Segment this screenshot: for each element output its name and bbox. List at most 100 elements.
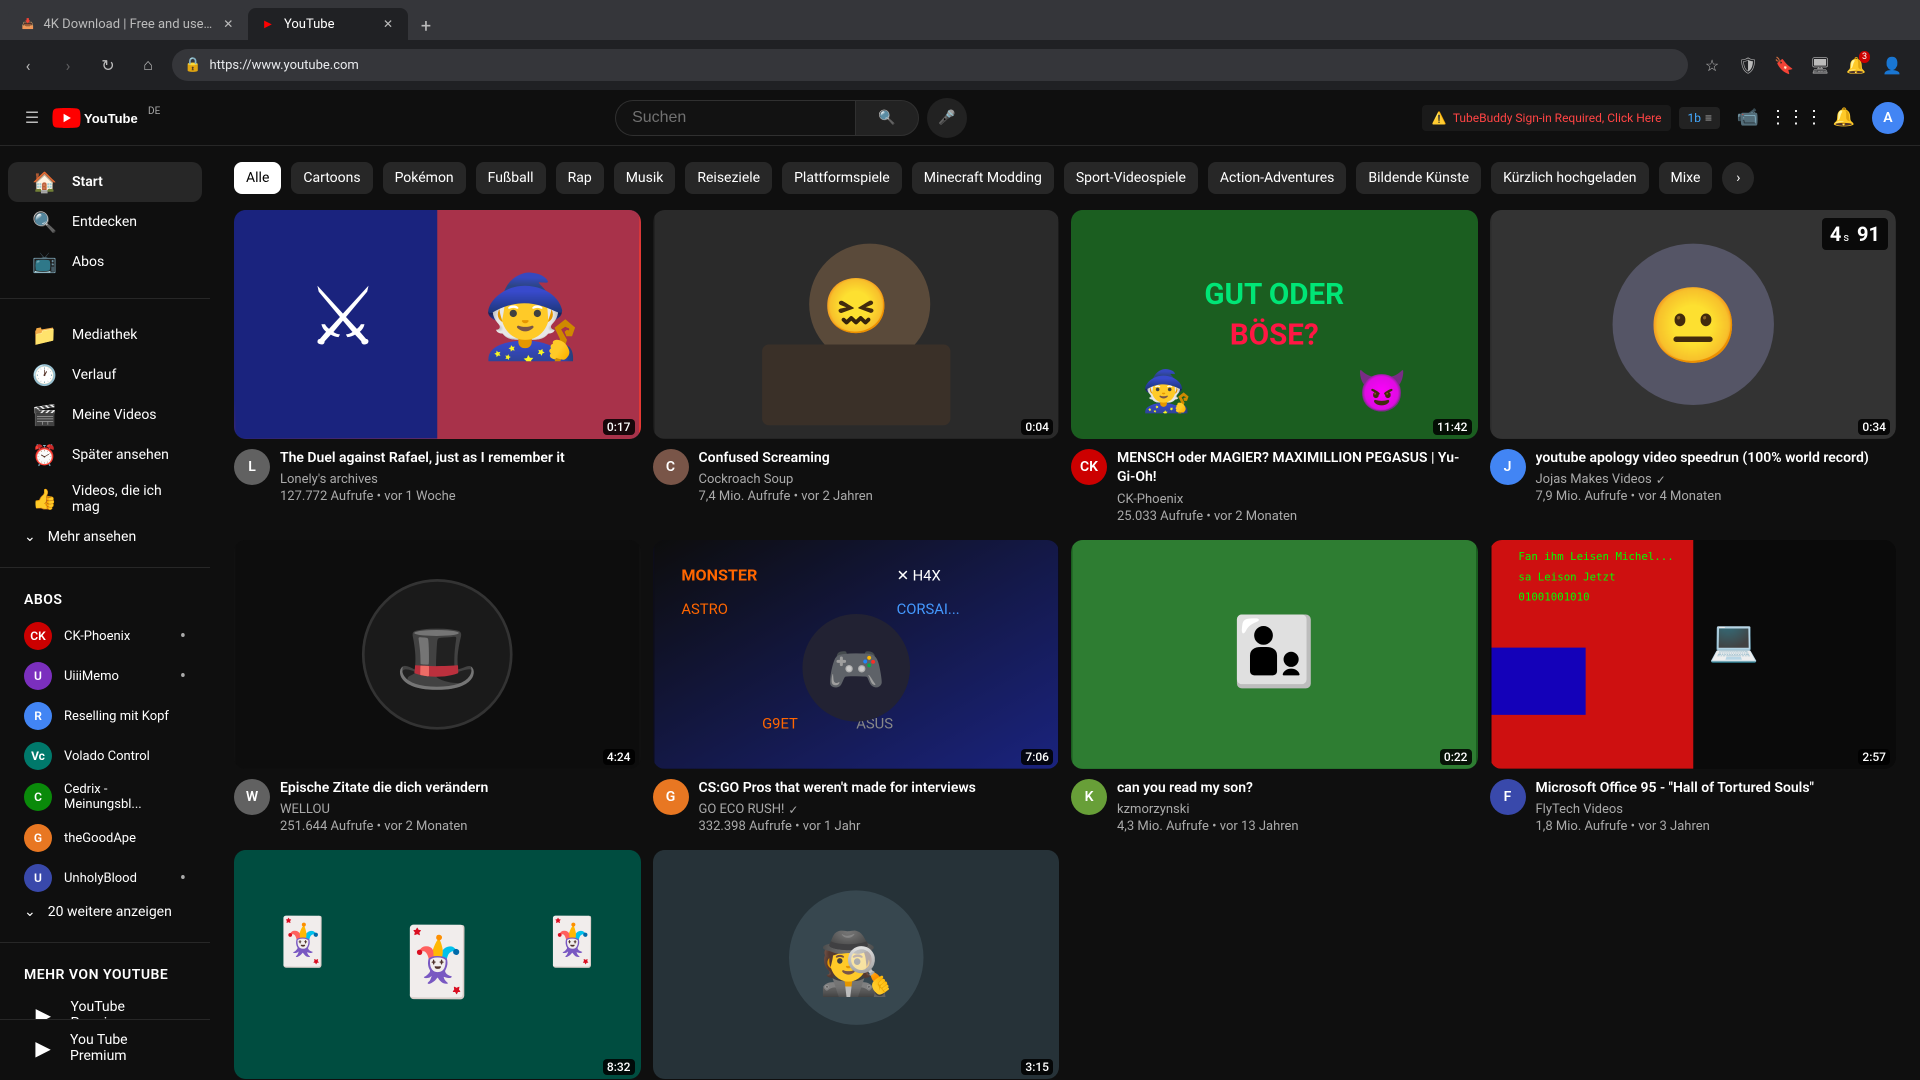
back-button[interactable]: ‹ <box>12 49 44 81</box>
chip-minecraft[interactable]: Minecraft Modding <box>912 162 1054 194</box>
create-video-button[interactable]: 📹 <box>1728 98 1768 138</box>
user-avatar[interactable]: A <box>1872 102 1904 134</box>
sidebar: 🏠 Start 🔍 Entdecken 📺 Abos 📁 Mediathek <box>0 146 210 1080</box>
show-more-channels-label: 20 weitere anzeigen <box>48 904 172 920</box>
chip-musik[interactable]: Musik <box>614 162 676 194</box>
sidebar-item-spaeter[interactable]: ⏰ Später ansehen <box>8 435 202 475</box>
video-info-1: L The Duel against Rafael, just as I rem… <box>234 449 641 505</box>
video-thumbnail-8: Fan ihm Leisen Michel... sa Leison Jetzt… <box>1490 540 1897 769</box>
chip-sport[interactable]: Sport-Videospiele <box>1064 162 1198 194</box>
search-input[interactable] <box>615 100 855 136</box>
tab-favicon-yt: ▶ <box>260 16 276 32</box>
youtube-logo-svg: YouTube <box>52 108 142 128</box>
thumb-svg-2: 😖 <box>653 210 1060 439</box>
sidebar-channel-cedrix[interactable]: C Cedrix - Meinungsbl... <box>0 776 210 818</box>
svg-text:🧙: 🧙 <box>481 270 581 365</box>
filter-chips: Alle Cartoons Pokémon Fußball Rap Musik … <box>234 162 1896 194</box>
video-card-7[interactable]: 👨‍👦 0:22 K can you read my son? kzmorzyn… <box>1071 540 1478 834</box>
video-details-3: MENSCH oder MAGIER? MAXIMILLION PEGASUS … <box>1117 449 1478 524</box>
sidebar-item-abos[interactable]: 📺 Abos <box>8 242 202 282</box>
video-thumbnail-1: ⚔ 🧙 0:17 <box>234 210 641 439</box>
notifications-browser-button[interactable]: 🔔 3 <box>1840 49 1872 81</box>
tab-close-4k[interactable]: ✕ <box>221 16 236 32</box>
sidebar-label-entdecken: Entdecken <box>72 214 137 230</box>
chip-rap[interactable]: Rap <box>556 162 604 194</box>
video-card-4[interactable]: 😐 4s 91 0:34 J youtube apology video spe… <box>1490 210 1897 524</box>
show-more-button[interactable]: ⌄ Mehr ansehen <box>0 523 210 551</box>
screenshot-button[interactable]: 🖥 <box>1804 49 1836 81</box>
profile-button[interactable]: 👤 <box>1876 49 1908 81</box>
chip-cartoons[interactable]: Cartoons <box>291 162 372 194</box>
address-bar[interactable]: 🔒 https://www.youtube.com <box>172 49 1688 81</box>
sidebar-channel-unholyblood[interactable]: U UnholyBlood • <box>0 858 210 898</box>
sidebar-channel-goodape[interactable]: G theGoodApe <box>0 818 210 858</box>
chip-alle[interactable]: Alle <box>234 162 281 194</box>
menu-button[interactable]: ☰ <box>16 102 48 134</box>
sidebar-item-liked[interactable]: 👍 Videos, die ich mag <box>8 475 202 523</box>
sidebar-channel-volado[interactable]: Vc Volado Control <box>0 736 210 776</box>
svg-text:🃏: 🃏 <box>273 915 332 970</box>
sidebar-item-start[interactable]: 🏠 Start <box>8 162 202 202</box>
sidebar-item-mediathek[interactable]: 📁 Mediathek <box>8 315 202 355</box>
video-card-6[interactable]: MONSTER ✕ H4X ASTRO CORSAI... G9ET ASUS … <box>653 540 1060 834</box>
tab-4kdownload[interactable]: 📥 4K Download | Free and useful ✕ <box>8 8 248 40</box>
video-duration-2: 0:04 <box>1021 419 1053 435</box>
voice-search-button[interactable]: 🎤 <box>927 98 967 138</box>
sidebar-divider-3 <box>0 942 210 943</box>
sidebar-channel-ck-phoenix[interactable]: CK CK-Phoenix • <box>0 616 210 656</box>
bottom-bar: ▶ You Tube Premium <box>0 1019 210 1080</box>
chip-reiseziele[interactable]: Reiseziele <box>685 162 772 194</box>
chip-kuerzlich[interactable]: Kürzlich hochgeladen <box>1491 162 1648 194</box>
chip-mixe[interactable]: Mixe <box>1659 162 1713 194</box>
video-card-9[interactable]: 🃏 🃏 🃏 8:32 <box>234 850 641 1080</box>
sidebar-item-entdecken[interactable]: 🔍 Entdecken <box>8 202 202 242</box>
notifications-button[interactable]: 🔔 <box>1824 98 1864 138</box>
video-card-8[interactable]: Fan ihm Leisen Michel... sa Leison Jetzt… <box>1490 540 1897 834</box>
video-card-3[interactable]: GUT ODER BÖSE? 🧙 😈 11:42 CK MENSCH oder … <box>1071 210 1478 524</box>
tubebuddy-tools[interactable]: 1b ≡ <box>1679 107 1720 129</box>
video-meta-7: 4,3 Mio. Aufrufe • vor 13 Jahren <box>1117 819 1478 834</box>
video-card-10[interactable]: 🕵 3:15 <box>653 850 1060 1080</box>
subscriptions-icon: 📺 <box>32 250 56 274</box>
new-tab-button[interactable]: + <box>412 12 440 40</box>
reading-list-button[interactable]: 🔖 <box>1768 49 1800 81</box>
video-card-2[interactable]: 😖 0:04 C Confused Screaming Cockroach So… <box>653 210 1060 524</box>
bottom-premium-item[interactable]: ▶ You Tube Premium <box>8 1024 202 1072</box>
tubebuddy-banner[interactable]: ⚠️ TubeBuddy Sign-in Required, Click Her… <box>1422 105 1672 131</box>
liked-icon: 👍 <box>32 487 56 511</box>
video-info-3: CK MENSCH oder MAGIER? MAXIMILLION PEGAS… <box>1071 449 1478 524</box>
svg-text:01001001010: 01001001010 <box>1518 590 1589 603</box>
forward-button[interactable]: › <box>52 49 84 81</box>
video-card-5[interactable]: 🎩 4:24 W Epische Zitate die dich verände… <box>234 540 641 834</box>
refresh-button[interactable]: ↻ <box>92 49 124 81</box>
thumb-svg-6: MONSTER ✕ H4X ASTRO CORSAI... G9ET ASUS … <box>653 540 1060 769</box>
sidebar-channel-reselling[interactable]: R Reselling mit Kopf <box>0 696 210 736</box>
tab-youtube[interactable]: ▶ YouTube ✕ <box>248 8 408 40</box>
channel-name-ck: CK-Phoenix <box>64 629 168 644</box>
video-card-1[interactable]: ⚔ 🧙 0:17 L The Duel against Rafael, just… <box>234 210 641 524</box>
youtube-logo[interactable]: ☰ YouTube DE <box>16 102 160 134</box>
sidebar-label-verlauf: Verlauf <box>72 367 116 383</box>
thumb-visual-10: 🕵 <box>653 850 1060 1079</box>
sidebar-item-verlauf[interactable]: 🕐 Verlauf <box>8 355 202 395</box>
svg-text:🎮: 🎮 <box>826 642 885 697</box>
video-title-4: youtube apology video speedrun (100% wor… <box>1536 449 1897 469</box>
search-button[interactable]: 🔍 <box>855 100 919 136</box>
chip-fussball[interactable]: Fußball <box>476 162 546 194</box>
chip-pokemon[interactable]: Pokémon <box>383 162 466 194</box>
sidebar-channel-uiiimemo[interactable]: U UiiiMemo • <box>0 656 210 696</box>
chip-plattformspiele[interactable]: Plattformspiele <box>782 162 902 194</box>
svg-text:🕵: 🕵 <box>818 929 893 1000</box>
bookmark-button[interactable]: ☆ <box>1696 49 1728 81</box>
tab-close-yt[interactable]: ✕ <box>380 16 396 32</box>
video-sep-7: • <box>1212 819 1220 834</box>
chips-next-button[interactable]: › <box>1722 162 1754 194</box>
video-thumbnail-7: 👨‍👦 0:22 <box>1071 540 1478 769</box>
apps-grid-button[interactable]: ⋮⋮⋮ <box>1776 98 1816 138</box>
home-button[interactable]: ⌂ <box>132 49 164 81</box>
shield-button[interactable]: 🛡 <box>1732 49 1764 81</box>
show-more-channels-button[interactable]: ⌄ 20 weitere anzeigen <box>0 898 210 926</box>
chip-action[interactable]: Action-Adventures <box>1208 162 1346 194</box>
chip-bildende[interactable]: Bildende Künste <box>1356 162 1481 194</box>
sidebar-item-meine-videos[interactable]: 🎬 Meine Videos <box>8 395 202 435</box>
